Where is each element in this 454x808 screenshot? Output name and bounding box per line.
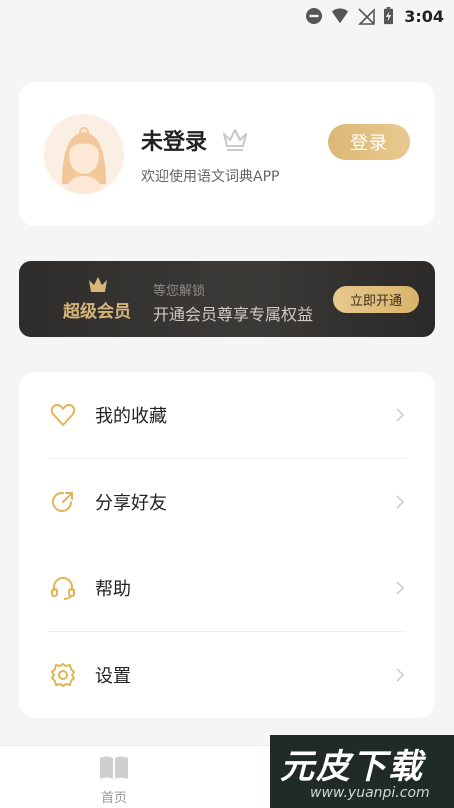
menu-card: 我的收藏 分享好友 帮助 设置 <box>19 372 435 718</box>
share-icon <box>52 491 73 512</box>
do-not-disturb-icon <box>306 8 323 24</box>
headset-icon <box>51 577 75 600</box>
chevron-right-icon <box>396 668 405 682</box>
watermark-text: 元皮下载 <box>280 747 424 787</box>
chevron-right-icon <box>396 581 405 595</box>
vip-title: 超级会员 <box>63 302 131 322</box>
status-bar: 3:04 <box>0 0 454 32</box>
menu-item-favorites[interactable]: 我的收藏 <box>19 372 435 458</box>
menu-label: 我的收藏 <box>95 406 167 427</box>
watermark-url: www.yuanpi.com <box>310 785 430 801</box>
profile-card[interactable]: 未登录 欢迎使用语文词典APP 登录 <box>19 82 435 226</box>
menu-label: 设置 <box>95 666 131 687</box>
watermark: 元皮下载 www.yuanpi.com <box>270 735 454 808</box>
username: 未登录 <box>141 130 208 155</box>
wifi-icon <box>332 8 349 24</box>
nav-home-label: 首页 <box>100 791 127 806</box>
no-signal-icon <box>358 8 376 25</box>
book-icon <box>100 756 128 779</box>
crown-icon <box>223 129 247 151</box>
heart-icon <box>50 404 76 426</box>
nav-home[interactable]: 首页 <box>92 752 136 806</box>
welcome-text: 欢迎使用语文词典APP <box>141 169 280 185</box>
chevron-right-icon <box>396 495 405 509</box>
vip-description: 开通会员尊享专属权益 <box>153 305 314 324</box>
vip-subtitle: 等您解锁 <box>153 284 206 299</box>
chevron-right-icon <box>396 408 405 422</box>
battery-charging-icon <box>384 7 394 25</box>
menu-item-help[interactable]: 帮助 <box>19 545 435 631</box>
vip-open-button[interactable]: 立即开通 <box>333 286 419 313</box>
menu-item-settings[interactable]: 设置 <box>19 632 435 718</box>
vip-crown-icon <box>89 277 107 292</box>
avatar[interactable] <box>44 114 124 194</box>
status-time: 3:04 <box>404 6 444 26</box>
login-button[interactable]: 登录 <box>328 124 410 160</box>
menu-label: 分享好友 <box>95 493 167 514</box>
menu-label: 帮助 <box>95 579 131 600</box>
vip-banner[interactable]: 超级会员 等您解锁 开通会员尊享专属权益 立即开通 <box>19 261 435 337</box>
gear-icon <box>51 663 75 687</box>
menu-item-share[interactable]: 分享好友 <box>19 459 435 545</box>
